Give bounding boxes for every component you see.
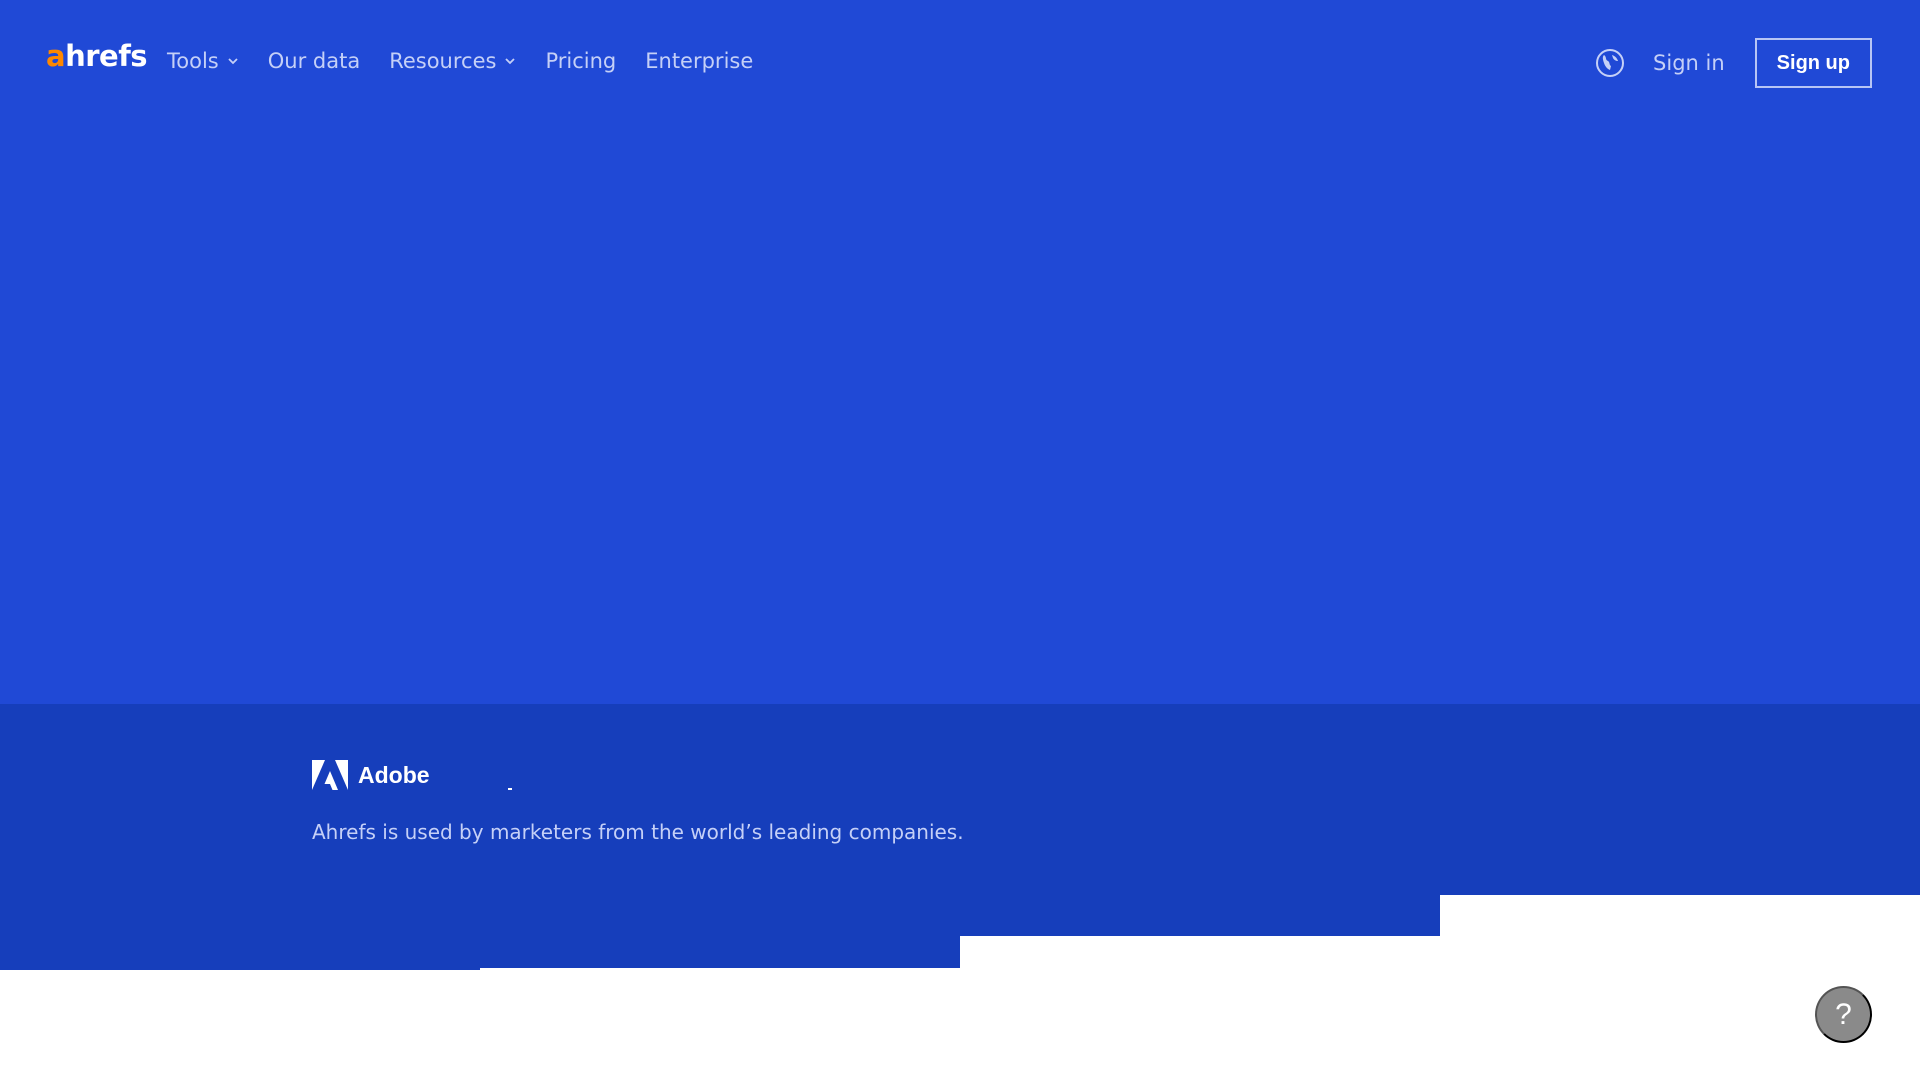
adobe-wordmark: Adobe: [358, 761, 430, 788]
top-navbar: ahrefs Tools Our data Resources Pricing …: [0, 0, 1920, 126]
nav-enterprise-label: Enterprise: [645, 49, 754, 73]
step-divider-2: [960, 936, 1440, 970]
help-button[interactable]: ?: [1815, 986, 1872, 1043]
nav-resources-label: Resources: [389, 49, 497, 73]
nav-pricing-label: Pricing: [545, 49, 617, 73]
adobe-logo: Adobe: [312, 760, 430, 790]
customers-caption: Ahrefs is used by marketers from the wor…: [312, 820, 964, 844]
nav-our-data[interactable]: Our data: [268, 49, 360, 73]
chevron-down-icon: [505, 58, 516, 65]
nav-tools-label: Tools: [167, 49, 219, 73]
logo-fragment: [508, 788, 512, 790]
nav-tools[interactable]: Tools: [167, 49, 239, 73]
logo-accent-letter: a: [46, 39, 66, 73]
step-divider-1: [1440, 895, 1920, 970]
nav-our-data-label: Our data: [267, 49, 361, 73]
nav-pricing[interactable]: Pricing: [545, 49, 616, 73]
adobe-mark-icon: [312, 760, 348, 790]
main-nav: Tools Our data Resources Pricing Enterpr…: [167, 49, 782, 73]
step-divider-3: [480, 968, 960, 970]
sign-up-button[interactable]: Sign up: [1754, 38, 1872, 88]
logo-rest: hrefs: [65, 39, 148, 73]
nav-enterprise[interactable]: Enterprise: [645, 49, 753, 73]
nav-resources[interactable]: Resources: [389, 49, 516, 73]
ahrefs-logo[interactable]: ahrefs: [46, 39, 148, 73]
chevron-down-icon: [228, 58, 238, 65]
sign-in-link[interactable]: Sign in: [1653, 51, 1725, 75]
globe-icon[interactable]: [1595, 48, 1625, 78]
nav-right-actions: Sign in Sign up: [1595, 38, 1872, 88]
